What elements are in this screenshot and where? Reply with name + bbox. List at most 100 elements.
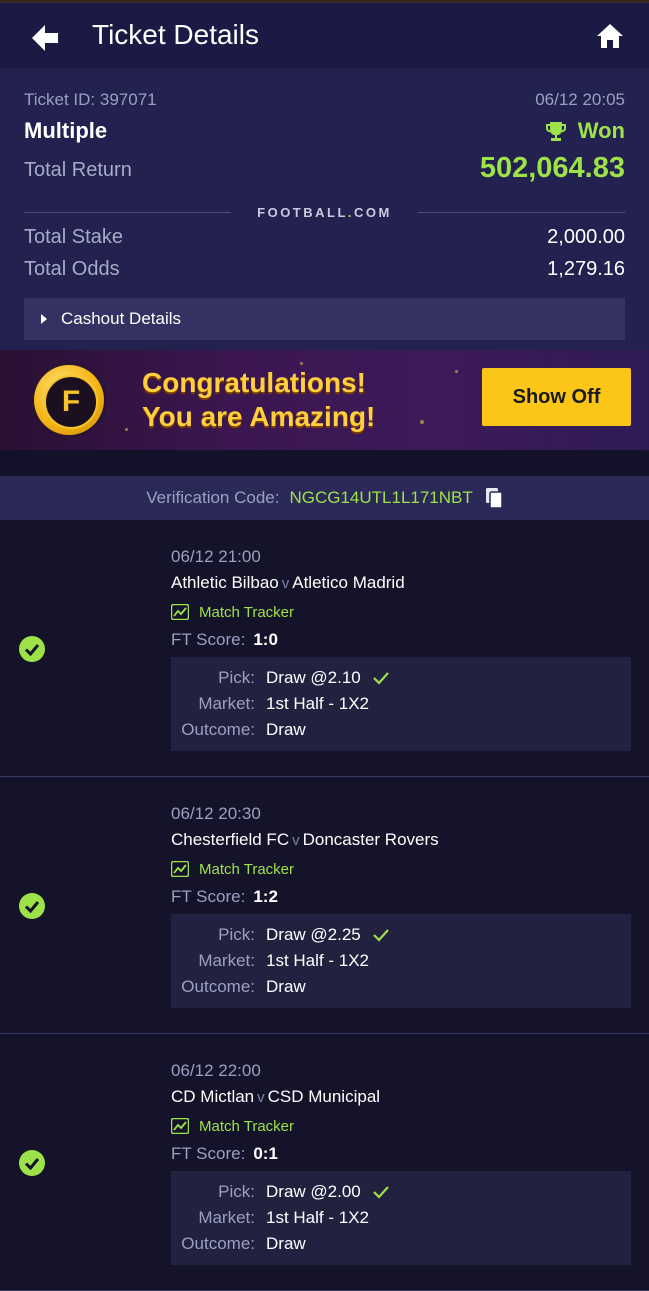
list-item: 06/12 21:00 Athletic Bilbao v Atletico Mad… <box>0 520 649 777</box>
outcome-value: Draw <box>266 1234 306 1253</box>
pick-details: Pick: Draw @2.10 Market: 1st Half - 1X2 Ou… <box>171 657 631 751</box>
show-off-button[interactable]: Show Off <box>482 368 631 426</box>
chart-line-icon <box>171 1118 189 1134</box>
check-circle-icon <box>19 893 45 919</box>
market-label: Market: <box>198 694 255 713</box>
pick-row: Pick: Draw @2.10 <box>171 665 631 691</box>
pick-label: Pick: <box>218 1182 255 1201</box>
brand-coin-logo: F <box>34 365 104 435</box>
outcome-value: Draw <box>266 977 306 996</box>
pick-details: Pick: Draw @2.25 Market: 1st Half - 1X2 Ou… <box>171 914 631 1008</box>
pick-label: Pick: <box>218 668 255 687</box>
ticket-type: Multiple <box>24 118 108 143</box>
ft-score-label: FT Score: <box>171 1144 246 1163</box>
versus-label: v <box>257 1089 265 1106</box>
sparkle-decoration <box>300 362 303 365</box>
coin-letter: F <box>44 375 98 429</box>
match-tracker-link[interactable]: Match Tracker <box>171 856 631 882</box>
cashout-details-toggle[interactable]: Cashout Details <box>24 298 625 340</box>
event-teams: Athletic Bilbao v Atletico Madrid <box>171 573 631 599</box>
market-label: Market: <box>198 1208 255 1227</box>
ft-score: FT Score: 0:1 <box>171 1139 631 1169</box>
cashout-details-label: Cashout Details <box>61 309 182 328</box>
ft-score-value: 1:0 <box>253 630 278 649</box>
total-stake-label: Total Stake <box>24 226 123 248</box>
home-team: CD Mictlan <box>171 1087 255 1106</box>
trophy-icon <box>545 122 566 141</box>
checkmark-icon <box>372 1186 389 1199</box>
outcome-row: Outcome: Draw <box>171 1231 631 1257</box>
event-list: 06/12 21:00 Athletic Bilbao v Atletico Mad… <box>0 520 649 1291</box>
back-arrow-icon[interactable] <box>28 21 62 55</box>
market-row: Market: 1st Half - 1X2 <box>171 1205 631 1231</box>
market-label: Market: <box>198 951 255 970</box>
status-badge: Won <box>544 118 625 144</box>
brand-logo: FOOTBALL.COM <box>231 205 418 220</box>
status-label: Won <box>577 118 625 143</box>
versus-label: v <box>281 575 290 592</box>
event-info: 06/12 20:30 Chesterfield FC v Doncaster Ro… <box>171 804 631 1008</box>
divider-line-right <box>417 211 626 213</box>
match-tracker-link[interactable]: Match Tracker <box>171 599 631 625</box>
pick-value-wrap: Draw @2.00 <box>266 1182 389 1202</box>
pick-value: Draw @2.25 <box>266 925 361 944</box>
ticket-id: Ticket ID: 397071 <box>24 90 157 109</box>
spacer <box>0 450 649 476</box>
home-icon[interactable] <box>595 21 625 51</box>
pick-value-wrap: Draw @2.25 <box>266 925 389 945</box>
match-tracker-label: Match Tracker <box>199 603 295 621</box>
ticket-datetime: 06/12 20:05 <box>535 90 625 109</box>
outcome-value: Draw <box>266 720 306 739</box>
ticket-summary: Ticket ID: 397071 06/12 20:05 Multiple W… <box>0 68 649 350</box>
sparkle-decoration <box>420 420 424 424</box>
market-value: 1st Half - 1X2 <box>266 951 369 970</box>
away-team: CSD Municipal <box>267 1087 381 1106</box>
congrats-text: Congratulations! You are Amazing! <box>142 366 375 434</box>
event-datetime: 06/12 21:00 <box>171 547 261 566</box>
caret-right-icon <box>41 314 47 324</box>
total-odds-value: 1,279.16 <box>547 258 625 280</box>
checkmark-icon <box>372 672 389 685</box>
outcome-label: Outcome: <box>181 1234 255 1253</box>
match-tracker-link[interactable]: Match Tracker <box>171 1113 631 1139</box>
event-info: 06/12 22:00 CD Mictlan v CSD Municipal Mat… <box>171 1061 631 1265</box>
outcome-row: Outcome: Draw <box>171 974 631 1000</box>
outcome-row: Outcome: Draw <box>171 717 631 743</box>
check-circle-icon <box>19 1150 45 1176</box>
market-value: 1st Half - 1X2 <box>266 694 369 713</box>
verification-bar: Verification Code: NGCG14UTL1L171NBT <box>0 476 649 520</box>
away-team: Atletico Madrid <box>292 573 405 592</box>
pick-label: Pick: <box>218 925 255 944</box>
chart-line-icon <box>171 861 189 877</box>
verification-code: NGCG14UTL1L171NBT <box>289 488 473 507</box>
copy-icon[interactable] <box>485 487 503 509</box>
pick-row: Pick: Draw @2.25 <box>171 922 631 948</box>
ft-score-label: FT Score: <box>171 630 246 649</box>
pick-value: Draw @2.00 <box>266 1182 361 1201</box>
brand-divider: FOOTBALL.COM <box>24 204 626 220</box>
congrats-banner: F Congratulations! You are Amazing! Show… <box>0 350 649 450</box>
pick-value: Draw @2.10 <box>266 668 361 687</box>
match-tracker-label: Match Tracker <box>199 860 295 878</box>
pick-details: Pick: Draw @2.00 Market: 1st Half - 1X2 Ou… <box>171 1171 631 1265</box>
total-stake-value: 2,000.00 <box>547 226 625 248</box>
app-header: Ticket Details <box>0 3 649 68</box>
event-info: 06/12 21:00 Athletic Bilbao v Atletico Mad… <box>171 547 631 751</box>
market-value: 1st Half - 1X2 <box>266 1208 369 1227</box>
event-teams: Chesterfield FC v Doncaster Rovers <box>171 830 631 856</box>
event-datetime: 06/12 22:00 <box>171 1061 261 1080</box>
chart-line-icon <box>171 604 189 620</box>
home-team: Athletic Bilbao <box>171 573 279 592</box>
check-circle-icon <box>19 636 45 662</box>
brand-name: FOOTBALL <box>257 204 348 220</box>
ft-score-value: 0:1 <box>253 1144 278 1163</box>
event-teams: CD Mictlan v CSD Municipal <box>171 1087 631 1113</box>
event-datetime: 06/12 20:30 <box>171 804 261 823</box>
sparkle-decoration <box>125 428 128 431</box>
ft-score-value: 1:2 <box>253 887 278 906</box>
match-tracker-label: Match Tracker <box>199 1117 295 1135</box>
list-item: 06/12 22:00 CD Mictlan v CSD Municipal Mat… <box>0 1034 649 1291</box>
page-title: Ticket Details <box>92 19 260 50</box>
market-row: Market: 1st Half - 1X2 <box>171 691 631 717</box>
outcome-label: Outcome: <box>181 720 255 739</box>
